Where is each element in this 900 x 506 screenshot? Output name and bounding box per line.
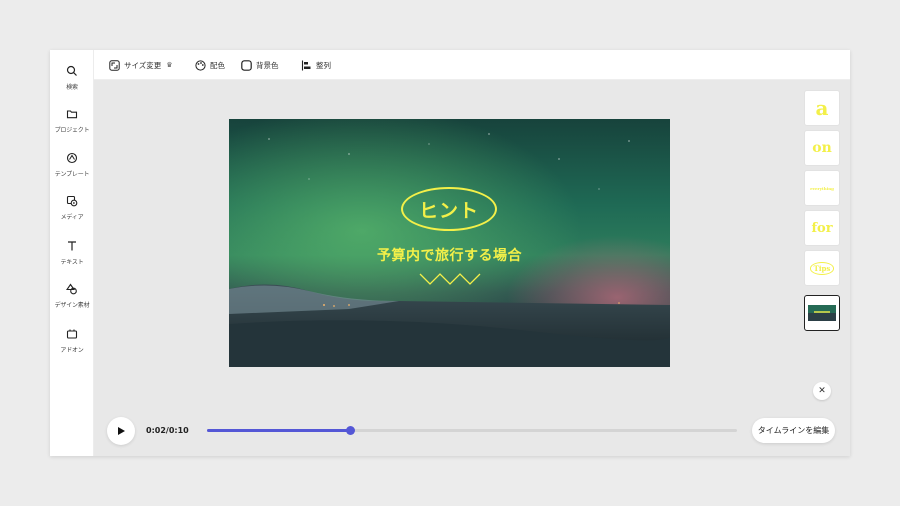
text-icon — [68, 241, 76, 251]
thumbnail-text: everything — [810, 185, 834, 191]
zigzag-decoration — [419, 273, 481, 285]
sidebar-item-label: デザイン素材 — [54, 302, 90, 309]
thumbnail-2[interactable]: on — [804, 130, 840, 166]
hint-text: ヒント — [418, 199, 479, 222]
sidebar-item-media[interactable]: メディア — [50, 193, 94, 231]
headline-text[interactable]: 予算内で旅行する場合 — [229, 245, 670, 265]
aurora-background-image — [229, 119, 670, 367]
thumbnail-4[interactable]: for — [804, 210, 840, 246]
thumbnail-text: for — [811, 220, 833, 236]
sidebar-item-search[interactable]: 検索 — [50, 63, 94, 101]
thumbnail-text: Tips — [809, 261, 835, 275]
sidebar-item-label: テンプレート — [54, 171, 90, 178]
color-scheme-label: 配色 — [210, 60, 225, 70]
design-canvas[interactable]: ヒント 予算内で旅行する場合 — [229, 119, 670, 367]
playback-time: 0:02/0:10 — [146, 426, 189, 435]
play-button[interactable] — [107, 417, 135, 445]
align-icon — [301, 60, 311, 70]
edit-timeline-button[interactable]: タイムラインを編集 — [752, 418, 835, 443]
color-scheme-button[interactable]: 配色 — [195, 58, 225, 72]
thumbnail-text: a — [815, 96, 829, 120]
thumbnail-5[interactable]: Tips — [804, 250, 840, 286]
top-toolbar: サイズ変更 ♛ 配色 背景色 整列 — [94, 50, 850, 80]
sidebar: 検索 プロジェクト テンプレート メディア テキスト デザイン素材 アドオン — [50, 50, 94, 456]
thumbnail-1[interactable]: a — [804, 90, 840, 126]
editor-window: 検索 プロジェクト テンプレート メディア テキスト デザイン素材 アドオン サ… — [50, 50, 850, 456]
thumbnail-3[interactable]: everything — [804, 170, 840, 206]
sidebar-item-label: テキスト — [60, 259, 84, 266]
sidebar-item-addons[interactable]: アドオン — [50, 326, 94, 364]
background-color-label: 背景色 — [256, 60, 279, 70]
sidebar-item-projects[interactable]: プロジェクト — [50, 106, 94, 144]
thumbnail-text: on — [812, 140, 832, 156]
palette-icon — [195, 59, 206, 71]
template-icon — [66, 152, 78, 164]
shapes-icon — [66, 283, 77, 295]
close-icon: ✕ — [818, 386, 826, 396]
aurora-thumbnail-image — [808, 305, 836, 321]
align-label: 整列 — [316, 60, 331, 70]
resize-button[interactable]: サイズ変更 ♛ — [109, 58, 173, 72]
play-icon — [118, 427, 125, 435]
folder-icon — [66, 110, 78, 119]
background-color-button[interactable]: 背景色 — [241, 58, 279, 72]
hint-badge[interactable]: ヒント — [401, 187, 497, 231]
sidebar-item-label: メディア — [60, 214, 84, 221]
resize-label: サイズ変更 — [124, 60, 162, 70]
sidebar-item-label: アドオン — [60, 347, 84, 354]
media-icon — [66, 195, 78, 207]
sidebar-item-label: 検索 — [66, 84, 78, 91]
search-icon — [66, 65, 77, 76]
resize-icon — [109, 59, 120, 71]
sidebar-item-text[interactable]: テキスト — [50, 238, 94, 276]
background-color-icon — [241, 59, 252, 71]
sidebar-item-templates[interactable]: テンプレート — [50, 150, 94, 188]
sidebar-item-design-elements[interactable]: デザイン素材 — [50, 281, 94, 319]
progress-fill — [207, 429, 351, 432]
addon-icon — [66, 329, 78, 339]
align-button[interactable]: 整列 — [301, 58, 331, 72]
sidebar-item-label: プロジェクト — [54, 127, 90, 134]
progress-knob[interactable] — [345, 426, 355, 435]
crown-icon: ♛ — [166, 61, 173, 69]
close-button[interactable]: ✕ — [813, 382, 831, 400]
thumbnail-6-selected[interactable] — [804, 295, 840, 331]
